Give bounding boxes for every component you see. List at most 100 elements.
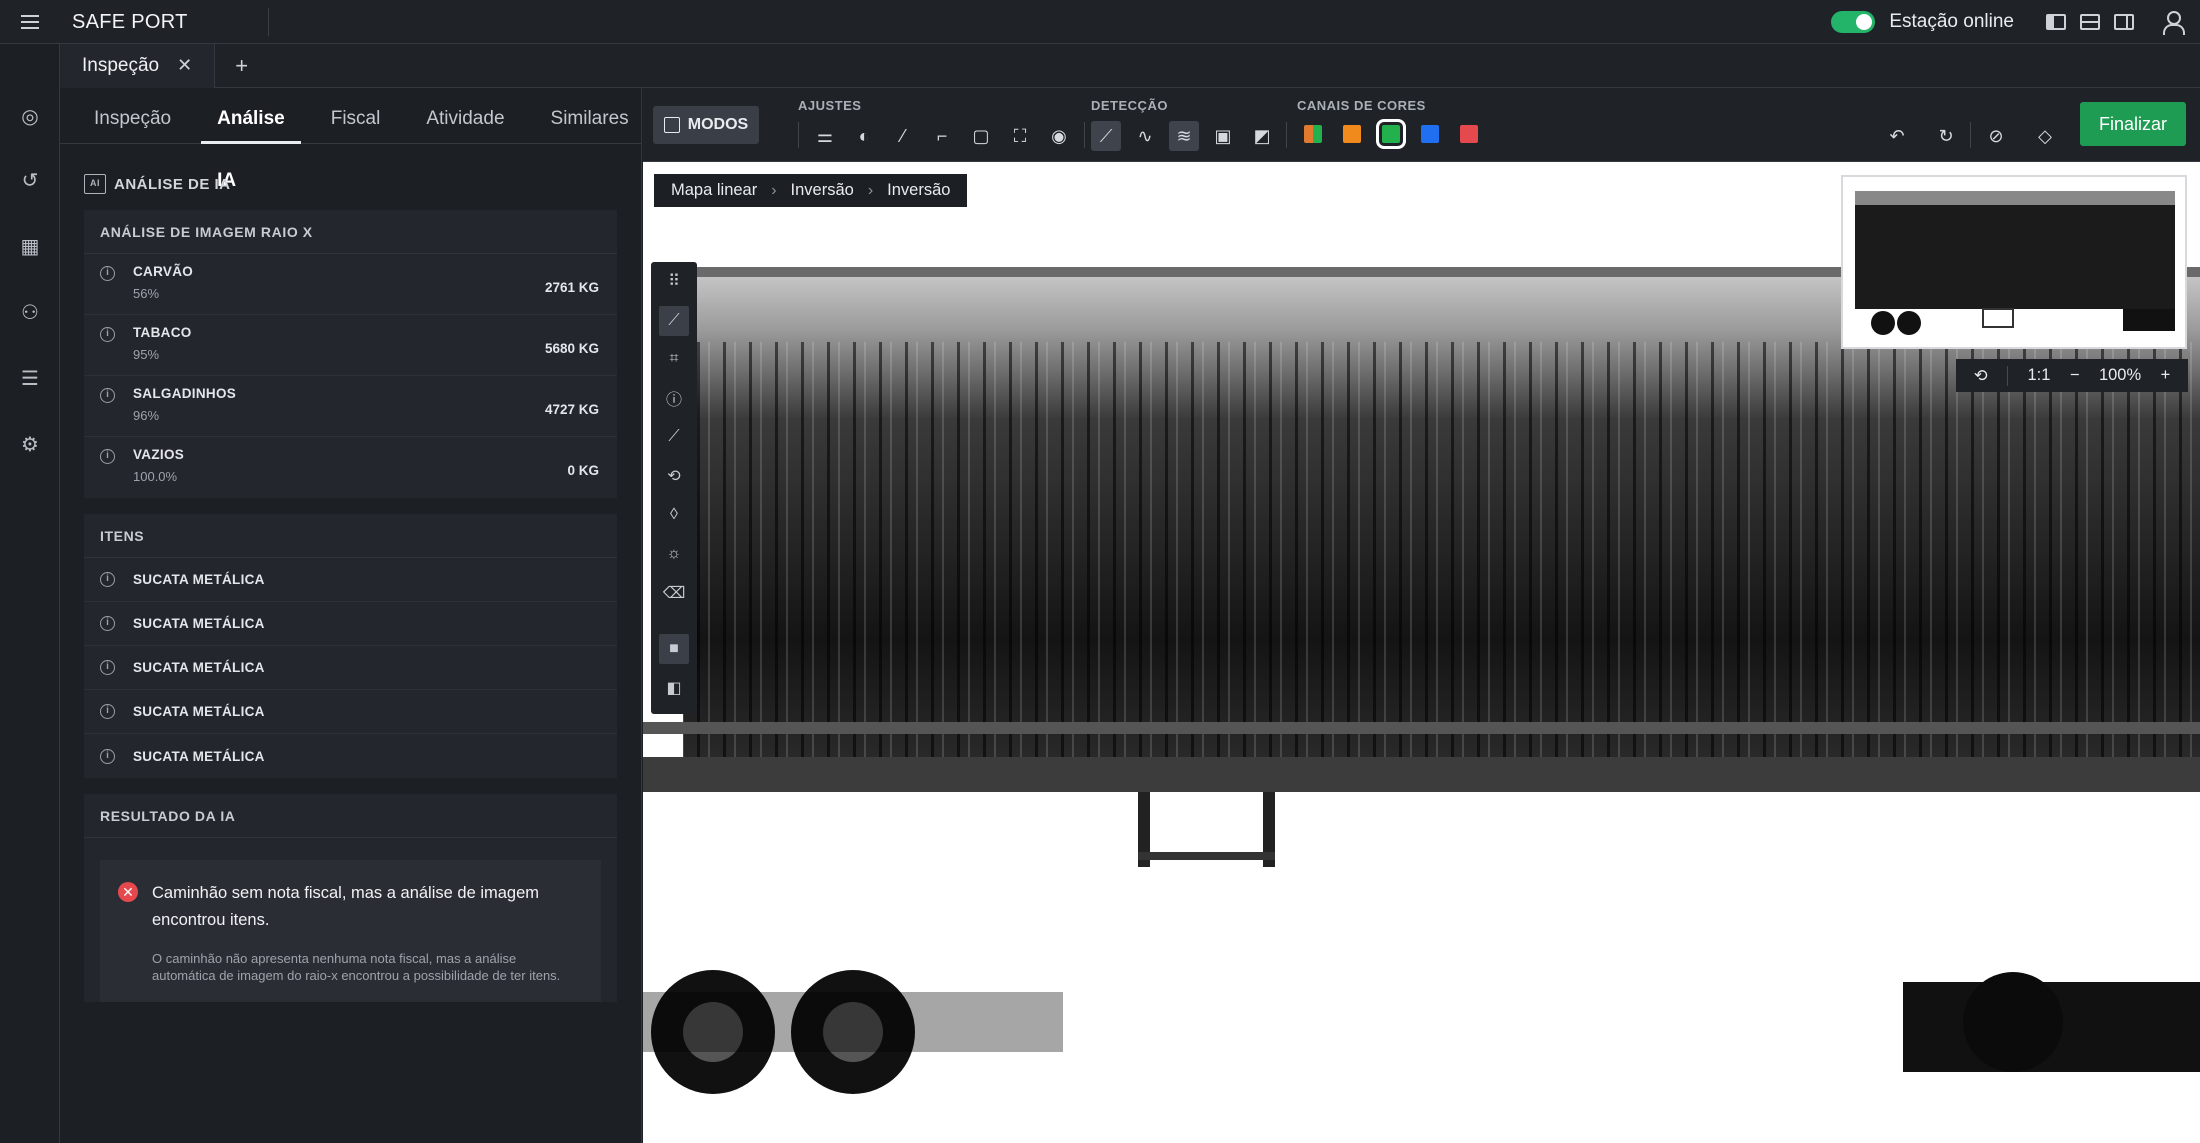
close-icon[interactable]: ✕ <box>177 55 192 76</box>
chevron-right-icon: › <box>771 181 777 199</box>
left-navigation-rail: ◎ ↺ ▦ ⚇ ☰ ⚙ <box>0 44 60 1143</box>
info-tool-icon[interactable]: ⓘ <box>659 383 689 413</box>
brightness-icon[interactable]: ☼ <box>659 539 689 569</box>
add-tab-icon[interactable]: + <box>215 53 268 79</box>
material-name: SALGADINHOS <box>133 386 237 401</box>
channel-swatch-red[interactable] <box>1460 125 1478 143</box>
xray-row[interactable]: i TABACO 95% 5680 KG <box>84 315 617 376</box>
top-right-controls: Estação online <box>1831 0 2200 44</box>
breadcrumb-item[interactable]: Inversão <box>791 181 854 200</box>
xray-row[interactable]: i CARVÃO 56% 2761 KG <box>84 254 617 315</box>
minimap[interactable] <box>1841 175 2187 349</box>
reset-icon[interactable]: ↻ <box>1931 121 1961 151</box>
item-name: SUCATA METÁLICA <box>133 572 265 587</box>
info-icon[interactable]: i <box>100 660 115 675</box>
xray-viewer[interactable]: Mapa linear › Inversão › Inversão ⠿ ⟋ ⌗ … <box>643 162 2200 1143</box>
subtab-inspecao[interactable]: Inspeção <box>78 88 187 144</box>
fit-frame-icon[interactable]: ⛶ <box>1005 121 1035 151</box>
channel-swatch-mixed[interactable] <box>1304 125 1322 143</box>
image-compare-icon[interactable]: ◩ <box>1247 121 1277 151</box>
history-icon[interactable]: ↺ <box>19 170 41 192</box>
material-weight: 0 KG <box>567 463 599 478</box>
modos-label: MODOS <box>687 116 749 133</box>
detection-chart-icon[interactable]: ⟋ <box>1091 121 1121 151</box>
zoom-out-button[interactable]: − <box>2070 366 2080 385</box>
subtab-atividade[interactable]: Atividade <box>410 88 520 144</box>
items-card-header: ITENS <box>84 514 617 558</box>
contrast-icon[interactable]: ◐ <box>849 121 879 151</box>
ruler-icon[interactable]: ⟋ <box>659 422 689 452</box>
layers-icon[interactable]: ≋ <box>1169 121 1199 151</box>
finalize-button[interactable]: Finalizar <box>2080 102 2186 146</box>
layout-left-panel-icon[interactable] <box>2046 14 2066 30</box>
list-item[interactable]: i SUCATA METÁLICA <box>84 690 617 734</box>
drop-icon[interactable]: ◊ <box>659 500 689 530</box>
block-icon[interactable]: ⊘ <box>1981 121 2011 151</box>
modos-button[interactable]: MODOS <box>653 106 759 144</box>
diamond-icon[interactable]: ◇ <box>2030 121 2060 151</box>
info-icon[interactable]: i <box>100 572 115 587</box>
chart-tool-icon[interactable]: ⟋ <box>659 306 689 336</box>
canais-group-label: CANAIS DE CORES <box>1297 98 1426 113</box>
undo-icon[interactable]: ↶ <box>1882 121 1912 151</box>
square-fill-icon[interactable]: ■ <box>659 634 689 664</box>
crop-rotate-icon[interactable]: ▢ <box>966 121 996 151</box>
select-area-icon[interactable]: ⌗ <box>659 344 689 374</box>
invert-icon[interactable]: ◧ <box>659 673 689 703</box>
chevron-right-icon: › <box>867 181 874 199</box>
list-item[interactable]: i SUCATA METÁLICA <box>84 734 617 778</box>
info-icon[interactable]: i <box>100 327 115 342</box>
trash-icon[interactable]: ⌫ <box>659 578 689 608</box>
subtab-similares[interactable]: Similares <box>535 88 645 144</box>
breadcrumb-item[interactable]: Inversão <box>887 181 950 200</box>
channel-swatch-orange[interactable] <box>1343 125 1361 143</box>
xray-row[interactable]: i VAZIOS 100.0% 0 KG <box>84 437 617 498</box>
info-icon[interactable]: i <box>100 748 115 764</box>
tab-inspecao[interactable]: Inspeção ✕ <box>60 43 216 88</box>
info-icon[interactable]: i <box>100 266 115 281</box>
xray-row[interactable]: i SALGADINHOS 96% 4727 KG <box>84 376 617 437</box>
list-item[interactable]: i SUCATA METÁLICA <box>84 646 617 690</box>
layout-right-panel-icon[interactable] <box>2114 14 2134 30</box>
calendar-icon[interactable]: ▦ <box>19 236 41 258</box>
users-icon[interactable]: ⚇ <box>19 302 41 324</box>
channel-swatch-green[interactable] <box>1376 119 1406 149</box>
radar-icon[interactable]: ◎ <box>19 106 41 128</box>
subtab-fiscal[interactable]: Fiscal <box>315 88 397 144</box>
viewer-toolbar: MODOS AJUSTES ⚌ ◐ ⁄ ⌐ ▢ ⛶ ◉ DETECÇÃO ⟋ ∿… <box>643 88 2200 162</box>
settings-icon[interactable]: ⚙ <box>19 434 41 456</box>
zoom-in-button[interactable]: + <box>2161 366 2171 385</box>
layout-bottom-panel-icon[interactable] <box>2080 14 2100 30</box>
ai-result-card: RESULTADO DA IA ✕ Caminhão sem nota fisc… <box>84 794 617 1002</box>
user-icon[interactable] <box>2162 11 2185 35</box>
rotate-tool-icon[interactable]: ⟲ <box>659 461 689 491</box>
info-icon[interactable]: i <box>100 616 115 631</box>
target-icon[interactable]: ◉ <box>1044 121 1074 151</box>
list-item[interactable]: i SUCATA METÁLICA <box>84 558 617 602</box>
station-online-toggle[interactable] <box>1831 11 1876 33</box>
zoom-ratio[interactable]: 1:1 <box>2027 366 2050 385</box>
sliders-icon[interactable]: ⚌ <box>810 121 840 151</box>
subtab-analise-ia[interactable]: Análise IA <box>201 88 301 191</box>
material-percent: 56% <box>133 286 160 301</box>
modes-icon <box>663 117 680 133</box>
menu-icon[interactable] <box>0 0 60 44</box>
pick-icon[interactable]: ⌐ <box>927 121 957 151</box>
info-icon[interactable]: i <box>100 449 115 464</box>
checklist-icon[interactable]: ☰ <box>19 368 41 390</box>
line-graph-icon[interactable]: ∿ <box>1130 121 1160 151</box>
rotate-icon[interactable]: ⟲ <box>1974 366 1988 386</box>
info-icon[interactable]: i <box>100 388 115 403</box>
ai-image-icon[interactable]: ▣ <box>1208 121 1238 151</box>
breadcrumb-item[interactable]: Mapa linear <box>671 181 757 200</box>
xray-card-header: ANÁLISE DE IMAGEM RAIO X <box>84 210 617 254</box>
minimap-thumbnail <box>1843 177 2185 347</box>
list-item[interactable]: i SUCATA METÁLICA <box>84 602 617 646</box>
drag-handle-icon[interactable]: ⠿ <box>659 266 689 296</box>
channel-swatch-blue[interactable] <box>1421 125 1439 143</box>
ai-result-description: O caminhão não apresenta nenhuma nota fi… <box>152 951 561 983</box>
zoom-level: 100% <box>2098 366 2142 384</box>
magic-wand-icon[interactable]: ⁄ <box>888 121 918 151</box>
item-name: SUCATA METÁLICA <box>133 660 265 675</box>
info-icon[interactable]: i <box>100 704 115 719</box>
